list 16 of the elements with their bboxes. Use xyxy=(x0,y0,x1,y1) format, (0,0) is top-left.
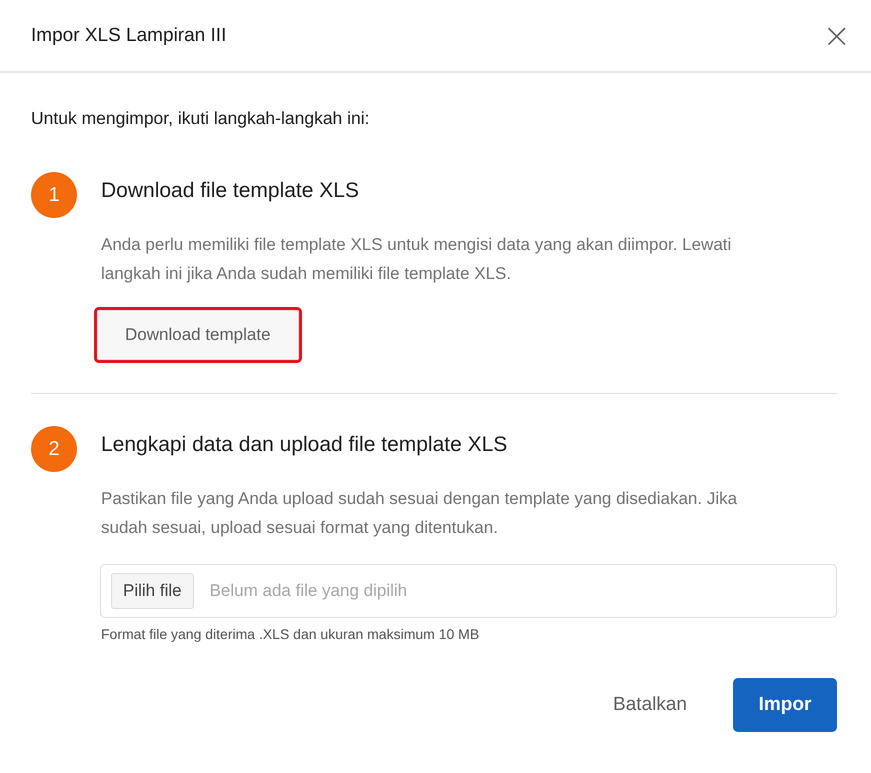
step-description: Pastikan file yang Anda upload sudah sesuai dengan template yang disediakan. Jika sudah sesuai, upload sesuai format yang ditentukan. xyxy=(101,488,738,539)
import-button[interactable]: Impor xyxy=(733,678,837,732)
step-description: Anda perlu memiliki file template XLS untuk mengisi data yang akan diimpor. Lewati langkah ini jika Anda sudah memiliki file template XLS. xyxy=(101,234,732,285)
instructions-text: Untuk mengimpor, ikuti langkah-langkah ini: xyxy=(31,108,371,129)
choose-file-button[interactable]: Pilih file xyxy=(111,573,194,609)
file-format-hint: Format file yang diterima .XLS dan ukuran maksimum 10 MB xyxy=(101,626,480,642)
step-number-badge: 1 xyxy=(31,172,77,218)
file-input-field[interactable]: Pilih file Belum ada file yang dipilih xyxy=(100,564,837,618)
step-title: Download file template XLS xyxy=(101,179,360,204)
step-title: Lengkapi data dan upload file template XLS xyxy=(101,433,508,458)
download-template-button[interactable]: Download template xyxy=(97,310,299,360)
dialog-title: Impor XLS Lampiran III xyxy=(31,24,226,46)
cancel-button[interactable]: Batalkan xyxy=(613,694,687,716)
file-input-placeholder: Belum ada file yang dipilih xyxy=(210,581,408,601)
step-number-badge: 2 xyxy=(31,426,77,472)
close-button[interactable]: × xyxy=(822,22,851,50)
